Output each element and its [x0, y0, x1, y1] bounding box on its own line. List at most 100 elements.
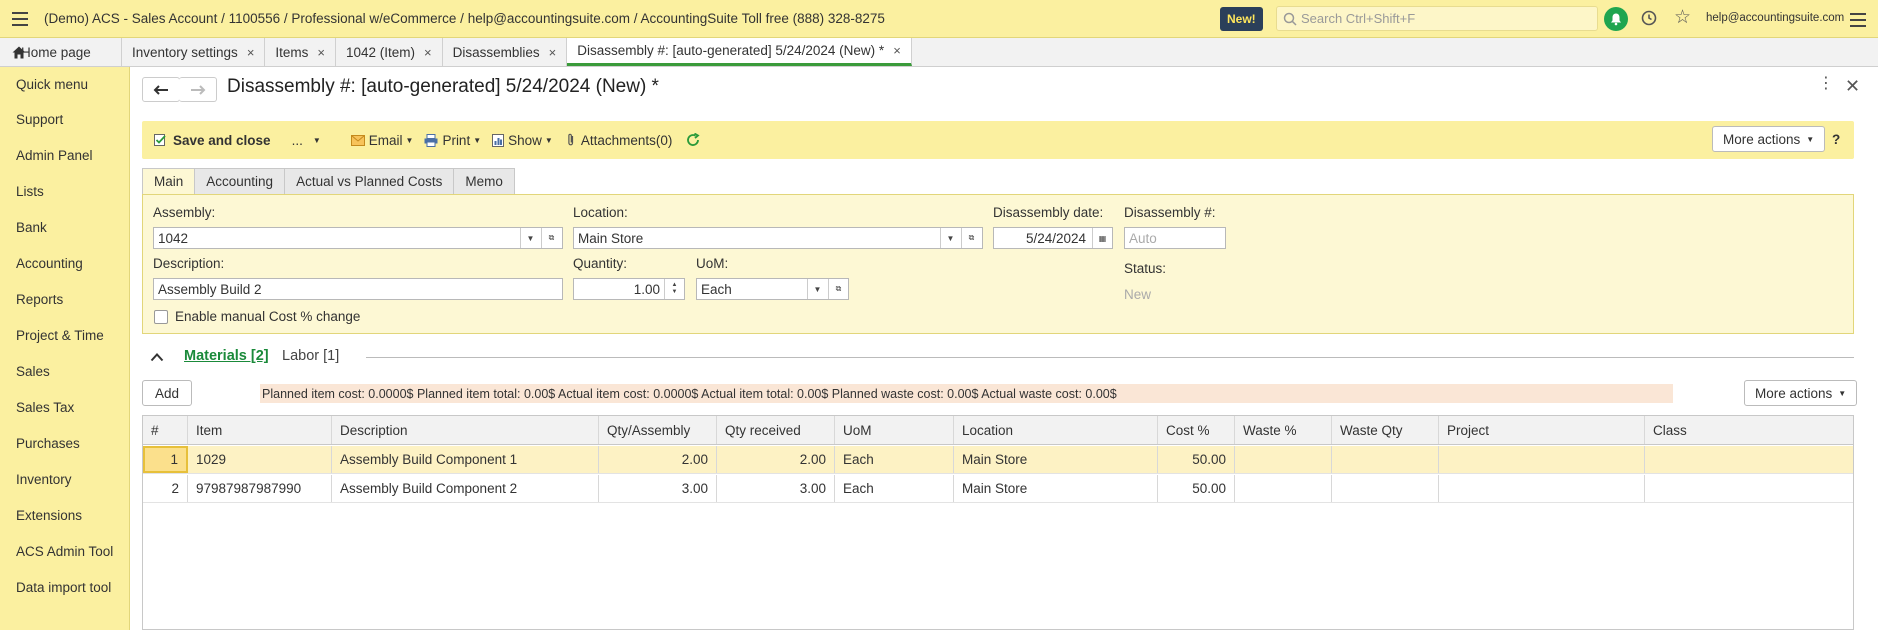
sidebar-item-quick-menu[interactable]: Quick menu [0, 67, 129, 101]
sidebar-item-data-import-tool[interactable]: Data import tool [0, 569, 129, 605]
search-input[interactable]: Search Ctrl+Shift+F [1276, 6, 1598, 31]
more-actions-button[interactable]: More actions ▼ [1712, 126, 1826, 152]
col-header-number[interactable]: # [143, 416, 188, 444]
back-button[interactable] [142, 77, 180, 102]
row-qty-received[interactable]: 3.00 [717, 475, 835, 502]
row-uom[interactable]: Each [835, 475, 954, 502]
tab-disassemblies[interactable]: Disassemblies × [442, 38, 568, 66]
row-class[interactable] [1645, 475, 1853, 502]
sidebar-item-lists[interactable]: Lists [0, 173, 129, 209]
dropdown-arrow-icon[interactable]: ▼ [807, 279, 827, 299]
col-header-item[interactable]: Item [188, 416, 332, 444]
add-material-button[interactable]: Add [142, 380, 192, 406]
close-tab-icon[interactable]: × [424, 45, 432, 60]
assembly-field[interactable]: 1042 ▼ ⧉ [153, 227, 563, 249]
tab-inventory-settings[interactable]: Inventory settings × [122, 38, 266, 66]
open-link-icon[interactable]: ⧉ [828, 279, 848, 299]
close-tab-icon[interactable]: × [549, 45, 557, 60]
row-qty-assembly[interactable]: 3.00 [599, 475, 717, 502]
stepper-arrows-icon[interactable]: ▲ ▼ [664, 279, 684, 299]
sidebar-item-admin-panel[interactable]: Admin Panel [0, 137, 129, 173]
row-project[interactable] [1439, 446, 1645, 473]
col-header-waste-pct[interactable]: Waste % [1235, 416, 1332, 444]
tab-materials[interactable]: Materials [2] [184, 348, 269, 364]
sidebar-item-bank[interactable]: Bank [0, 209, 129, 245]
tab-disassembly-new[interactable]: Disassembly #: [auto-generated] 5/24/202… [567, 38, 912, 66]
show-button[interactable]: Show ▼ [492, 133, 553, 148]
new-badge[interactable]: New! [1220, 7, 1263, 31]
close-tab-icon[interactable]: × [893, 43, 901, 58]
row-waste-pct[interactable] [1235, 446, 1332, 473]
settings-menu-icon[interactable] [1848, 10, 1868, 30]
row-project[interactable] [1439, 475, 1645, 502]
col-header-cost-pct[interactable]: Cost % [1158, 416, 1235, 444]
tab-home[interactable]: Home page [0, 38, 122, 66]
col-header-uom[interactable]: UoM [835, 416, 954, 444]
user-email[interactable]: help@accountingsuite.com [1706, 12, 1844, 24]
row-qty-assembly[interactable]: 2.00 [599, 446, 717, 473]
open-link-icon[interactable]: ⧉ [961, 228, 981, 248]
sidebar-item-inventory[interactable]: Inventory [0, 461, 129, 497]
sidebar-item-acs-admin-tool[interactable]: ACS Admin Tool [0, 533, 129, 569]
row-waste-pct[interactable] [1235, 475, 1332, 502]
attachments-button[interactable]: Attachments(0) [567, 133, 672, 148]
row-number[interactable]: 1 [143, 446, 188, 473]
row-waste-qty[interactable] [1332, 446, 1439, 473]
sidebar-item-sales-tax[interactable]: Sales Tax [0, 389, 129, 425]
refresh-icon[interactable] [686, 133, 700, 147]
sidebar-item-accounting[interactable]: Accounting [0, 245, 129, 281]
forward-button[interactable] [179, 77, 217, 102]
tab-actual-vs-planned[interactable]: Actual vs Planned Costs [284, 168, 455, 194]
col-header-qty-assembly[interactable]: Qty/Assembly [599, 416, 717, 444]
row-description[interactable]: Assembly Build Component 2 [332, 475, 599, 502]
notifications-bell-icon[interactable] [1604, 7, 1628, 31]
sidebar-item-sales[interactable]: Sales [0, 353, 129, 389]
row-waste-qty[interactable] [1332, 475, 1439, 502]
row-item[interactable]: 97987987987990 [188, 475, 332, 502]
close-tab-icon[interactable]: × [317, 45, 325, 60]
sidebar-item-support[interactable]: Support [0, 101, 129, 137]
favorites-star-icon[interactable]: ☆ [1674, 8, 1691, 28]
history-icon[interactable] [1640, 9, 1658, 30]
sidebar-item-extensions[interactable]: Extensions [0, 497, 129, 533]
location-field[interactable]: Main Store ▼ ⧉ [573, 227, 983, 249]
main-menu-icon[interactable] [0, 0, 40, 38]
row-uom[interactable]: Each [835, 446, 954, 473]
dropdown-arrow-icon[interactable]: ▼ [520, 228, 540, 248]
tab-accounting[interactable]: Accounting [194, 168, 286, 194]
materials-more-actions-button[interactable]: More actions ▼ [1744, 380, 1858, 406]
row-qty-received[interactable]: 2.00 [717, 446, 835, 473]
open-link-icon[interactable]: ⧉ [541, 228, 561, 248]
row-description[interactable]: Assembly Build Component 1 [332, 446, 599, 473]
tab-item-1042[interactable]: 1042 (Item) × [336, 38, 443, 66]
tab-items[interactable]: Items × [265, 38, 337, 66]
row-location[interactable]: Main Store [954, 446, 1158, 473]
col-header-location[interactable]: Location [954, 416, 1158, 444]
col-header-project[interactable]: Project [1439, 416, 1645, 444]
help-button[interactable]: ? [1832, 132, 1840, 147]
uom-field[interactable]: Each ▼ ⧉ [696, 278, 849, 300]
tab-main[interactable]: Main [142, 168, 196, 194]
row-number[interactable]: 2 [143, 475, 188, 502]
table-row[interactable]: 1 1029 Assembly Build Component 1 2.00 2… [143, 446, 1853, 474]
row-item[interactable]: 1029 [188, 446, 332, 473]
sidebar-item-project-time[interactable]: Project & Time [0, 317, 129, 353]
print-button[interactable]: Print ▼ [424, 133, 481, 148]
row-cost-pct[interactable]: 50.00 [1158, 475, 1235, 502]
row-location[interactable]: Main Store [954, 475, 1158, 502]
dropdown-arrow-icon[interactable]: ▼ [940, 228, 960, 248]
disassembly-number-field[interactable]: Auto [1124, 227, 1226, 249]
calendar-icon[interactable]: ▦ [1092, 228, 1112, 248]
manual-cost-checkbox[interactable] [154, 310, 168, 324]
close-tab-icon[interactable]: × [247, 45, 255, 60]
disassembly-date-field[interactable]: 5/24/2024 ▦ [993, 227, 1113, 249]
save-and-close-button[interactable]: Save and close [153, 133, 271, 148]
chevron-up-icon[interactable] [150, 352, 164, 362]
tab-memo[interactable]: Memo [453, 168, 515, 194]
quantity-stepper[interactable]: 1.00 ▲ ▼ [573, 278, 685, 300]
more-commands-button[interactable]: ... ▼ [292, 133, 321, 148]
more-options-icon[interactable]: ⋮ [1818, 76, 1834, 92]
email-button[interactable]: Email ▼ [350, 133, 413, 148]
row-cost-pct[interactable]: 50.00 [1158, 446, 1235, 473]
table-row[interactable]: 2 97987987987990 Assembly Build Componen… [143, 475, 1853, 503]
